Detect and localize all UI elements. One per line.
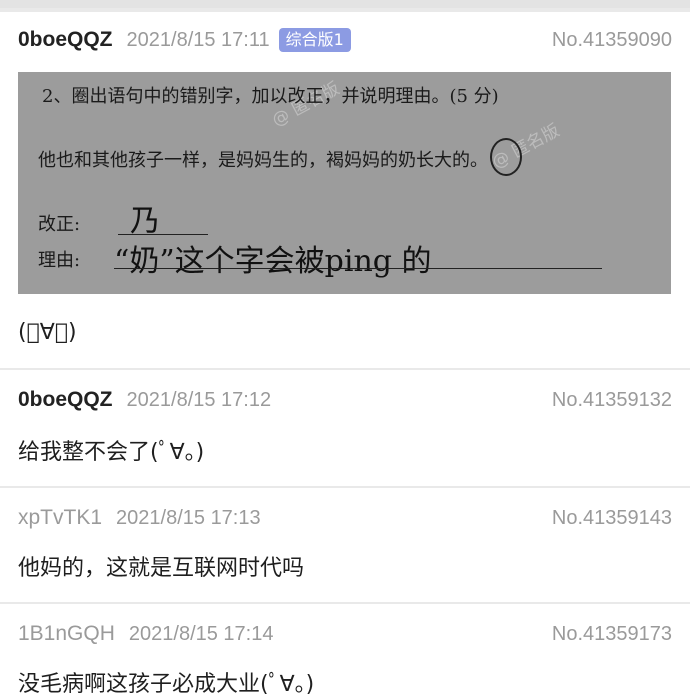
- circled-character: [490, 138, 522, 176]
- reply-meta: 0boeQQZ 2021/8/15 17:12 No.41359132: [18, 382, 672, 418]
- post-content: (ﾟ∀。): [18, 320, 77, 345]
- poster-id[interactable]: 0boeQQZ: [18, 388, 113, 412]
- question-text: 2、圈出语句中的错别字，加以改正，并说明理由。(5 分): [42, 86, 499, 107]
- reply-meta: xpTvTK1 2021/8/15 17:13 No.41359143: [18, 500, 672, 536]
- reply-meta: 0boeQQZ 2021/8/15 17:11 综合版1 No.41359090: [18, 22, 672, 58]
- post-time: 2021/8/15 17:12: [126, 388, 272, 411]
- top-strip: [0, 0, 690, 8]
- post-number[interactable]: No.41359143: [552, 507, 672, 530]
- reason-underline: [114, 268, 602, 269]
- reply-card: 1B1nGQH 2021/8/15 17:14 No.41359173 没毛病啊…: [0, 604, 690, 700]
- post-content: 没毛病啊这孩子必成大业(ﾟ∀。): [18, 672, 315, 697]
- poster-id[interactable]: 1B1nGQH: [18, 622, 115, 646]
- reply-card: xpTvTK1 2021/8/15 17:13 No.41359143 他妈的，…: [0, 488, 690, 602]
- board-badge[interactable]: 综合版1: [278, 28, 351, 52]
- post-number[interactable]: No.41359090: [552, 29, 672, 52]
- post-time: 2021/8/15 17:14: [128, 622, 274, 645]
- post-content: 他妈的，这就是互联网时代吗: [18, 556, 305, 581]
- fix-label: 改正:: [38, 214, 81, 235]
- post-content: 给我整不会了(ﾟ∀。): [18, 440, 205, 465]
- handwritten-reason: “奶”这个字会被ping 的: [114, 244, 432, 279]
- reason-label: 理由:: [38, 250, 81, 271]
- reply-meta: 1B1nGQH 2021/8/15 17:14 No.41359173: [18, 616, 672, 652]
- post-number[interactable]: No.41359173: [552, 623, 672, 646]
- post-time: 2021/8/15 17:11: [126, 28, 270, 51]
- post-time: 2021/8/15 17:13: [116, 506, 261, 529]
- poster-id[interactable]: 0boeQQZ: [18, 28, 113, 52]
- poster-id[interactable]: xpTvTK1: [18, 506, 102, 530]
- question-sentence: 他也和其他孩子一样，是妈妈生的，褐妈妈的奶长大的。: [38, 150, 488, 171]
- post-number[interactable]: No.41359132: [552, 389, 672, 412]
- fix-underline: [118, 234, 208, 235]
- attached-image[interactable]: @ 匿名版 @ 匿名版 2、圈出语句中的错别字，加以改正，并说明理由。(5 分)…: [18, 72, 671, 294]
- reply-card: 0boeQQZ 2021/8/15 17:12 No.41359132 给我整不…: [0, 370, 690, 486]
